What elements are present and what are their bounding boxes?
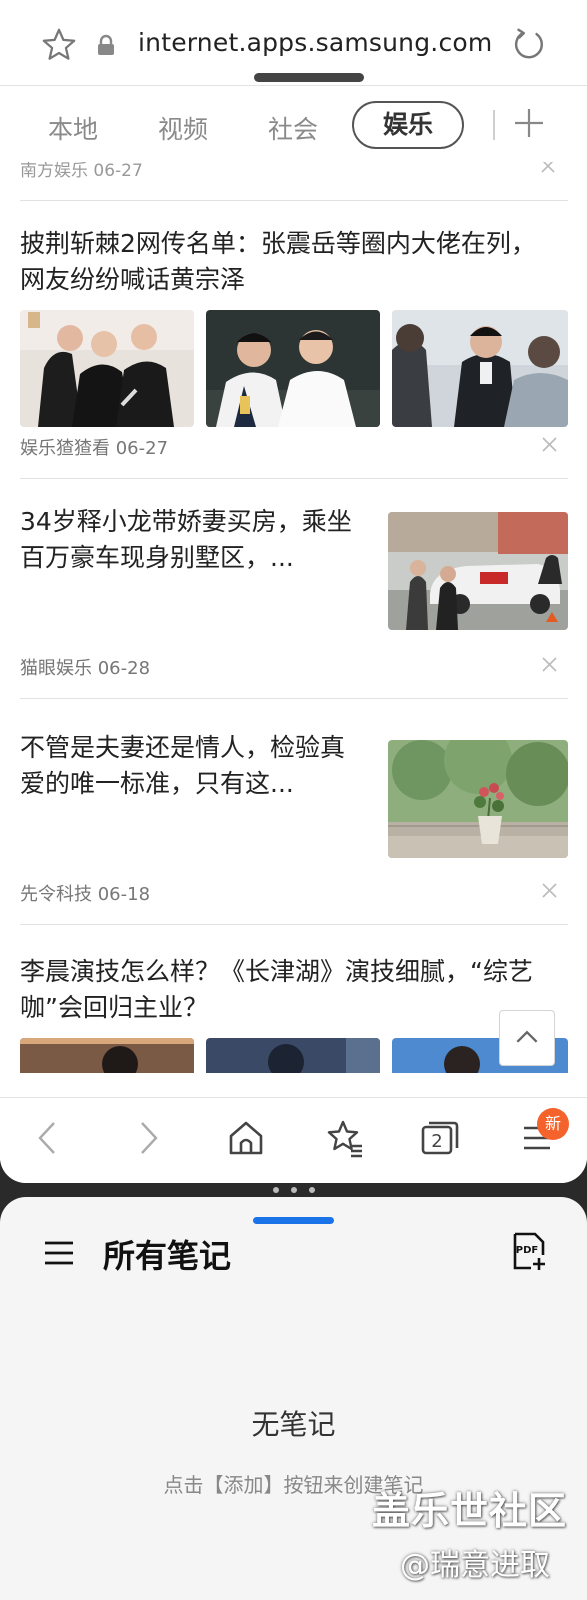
tab-video[interactable]: 视频 (158, 110, 208, 146)
close-icon[interactable] (541, 436, 558, 453)
news-feed: 南方娱乐 06-27 披荆斩棘2网传名单：张震岳等圈内大佬在列，网友纷纷喊话黄宗… (0, 162, 587, 1073)
new-badge: 新 (537, 1108, 569, 1140)
article-thumbnail[interactable] (206, 1038, 380, 1073)
article-thumbnail[interactable] (20, 1038, 194, 1073)
category-tabs: 本地 视频 社会 娱乐 (0, 88, 587, 162)
url-bar: internet.apps.samsung.com (0, 0, 587, 86)
plus-icon[interactable] (512, 106, 546, 140)
close-icon[interactable] (541, 882, 558, 899)
phone-screen: internet.apps.samsung.com 本地 视频 社会 娱乐 南方… (0, 0, 587, 1600)
article-thumbnail[interactable] (388, 512, 568, 630)
bookmarks-icon[interactable] (324, 1118, 364, 1158)
article-thumbnail[interactable] (206, 310, 380, 427)
watermark-author: @瑞意进取 (400, 1548, 550, 1583)
add-pdf-icon[interactable]: PDF (512, 1231, 546, 1271)
empty-title: 无笔记 (251, 1408, 336, 1441)
drag-handle[interactable] (254, 73, 364, 82)
reload-icon[interactable] (510, 26, 548, 64)
divider (20, 478, 568, 479)
article-title[interactable]: 披荆斩棘2网传名单：张震岳等圈内大佬在列，网友纷纷喊话黄宗泽 (20, 226, 560, 298)
tab-society[interactable]: 社会 (268, 110, 318, 146)
article-title[interactable]: 34岁释小龙带娇妻买房，乘坐百万豪车现身别墅区，... (20, 504, 365, 576)
article-meta: 先令科技 06-18 (20, 884, 151, 905)
article-thumbnail[interactable] (392, 310, 568, 427)
close-icon[interactable] (540, 162, 556, 174)
hamburger-menu-icon[interactable] (44, 1240, 74, 1266)
tab-count: 2 (431, 1131, 442, 1152)
article-title[interactable]: 不管是夫妻还是情人，检验真爱的唯一标准，只有这... (20, 730, 365, 802)
tab-divider (493, 110, 495, 140)
pdf-label: PDF (516, 1245, 538, 1256)
divider (20, 698, 568, 699)
home-icon[interactable] (226, 1118, 266, 1158)
star-icon[interactable] (40, 26, 78, 64)
article-thumbnail[interactable] (388, 740, 568, 858)
browser-window: internet.apps.samsung.com 本地 视频 社会 娱乐 南方… (0, 0, 587, 1183)
article-thumbnail[interactable] (20, 310, 194, 427)
watermark-community: 盖乐世社区 (372, 1489, 568, 1533)
url-text[interactable]: internet.apps.samsung.com (138, 28, 492, 57)
scroll-to-top-button[interactable] (499, 1010, 555, 1066)
article-meta: 娱乐猹猹看 06-27 (20, 438, 169, 459)
page-title: 所有笔记 (103, 1237, 232, 1275)
drag-handle[interactable] (253, 1217, 334, 1224)
tab-local[interactable]: 本地 (48, 110, 98, 146)
divider (20, 200, 568, 201)
bottom-toolbar: 2 (0, 1097, 587, 1183)
forward-icon[interactable] (128, 1118, 168, 1158)
close-icon[interactable] (541, 656, 558, 673)
split-handle-icon[interactable] (270, 1185, 318, 1195)
lock-icon (98, 34, 114, 55)
divider (20, 924, 568, 925)
back-icon[interactable] (28, 1118, 68, 1158)
tabs-icon[interactable]: 2 (420, 1118, 460, 1158)
article-meta: 猫眼娱乐 06-28 (20, 658, 151, 679)
cut-off-meta: 南方娱乐 06-27 (20, 162, 143, 181)
tab-entertainment[interactable]: 娱乐 (352, 101, 464, 149)
article-title[interactable]: 李晨演技怎么样？《长津湖》演技细腻，“综艺咖”会回归主业？ (20, 954, 568, 1026)
